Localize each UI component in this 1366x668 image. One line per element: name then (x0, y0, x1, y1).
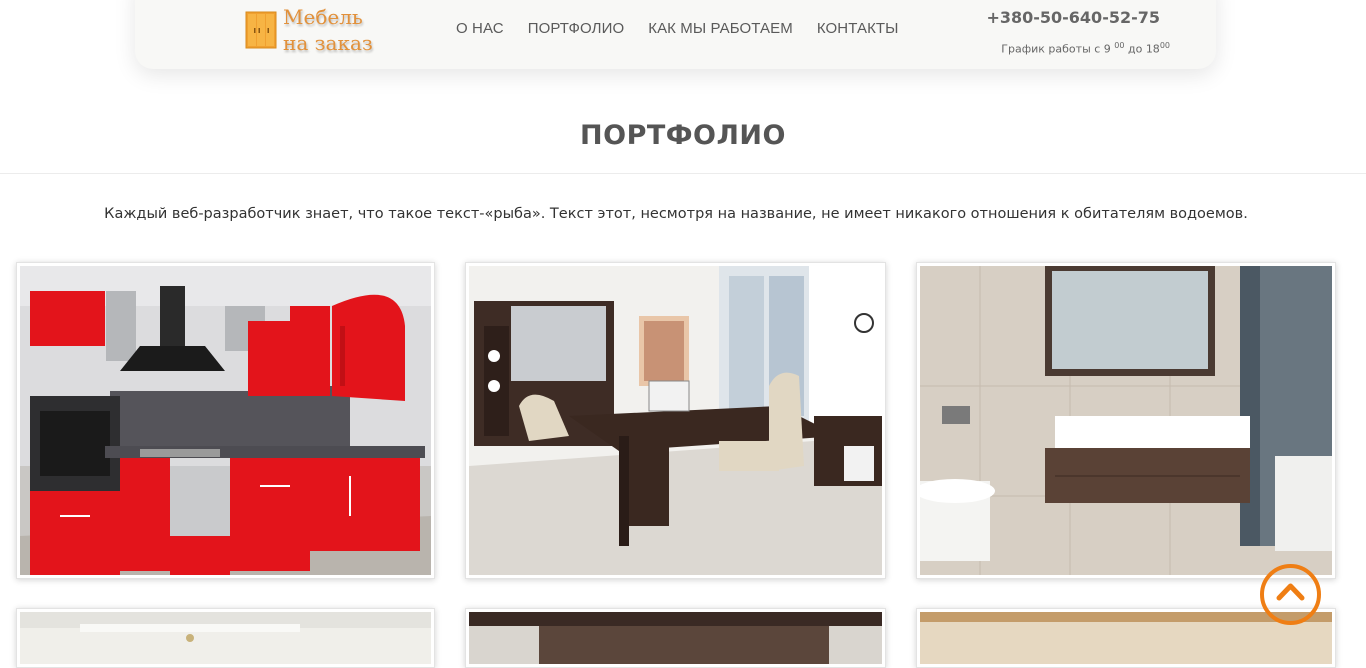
office-image (469, 266, 882, 575)
logo-line1: Мебель (283, 5, 363, 29)
portfolio-item-cabinet[interactable] (465, 608, 886, 668)
chevron-up-icon (1276, 583, 1305, 601)
nav-link-how-we-work[interactable]: КАК МЫ РАБОТАЕМ (648, 20, 793, 37)
portfolio-item-office[interactable] (465, 262, 886, 579)
divider (0, 173, 1366, 174)
portfolio-item-kitchen[interactable] (16, 262, 435, 579)
interior-image (920, 612, 1332, 664)
bathroom-image (920, 266, 1332, 575)
portfolio-item-ceiling[interactable] (16, 608, 435, 668)
portfolio-item-bathroom[interactable] (916, 262, 1336, 579)
phone-number[interactable]: +380-50-640-52-75 (986, 8, 1160, 27)
section-title: ПОРТФОЛИО (580, 120, 786, 151)
kitchen-image (20, 266, 431, 575)
section-intro: Каждый веб-разработчик знает, что такое … (104, 206, 1248, 222)
wardrobe-icon (245, 11, 277, 49)
logo[interactable]: Мебель на заказ (245, 4, 373, 56)
scroll-to-top-button[interactable] (1260, 564, 1321, 625)
logo-line2: на заказ (283, 31, 373, 55)
nav-link-contacts[interactable]: КОНТАКТЫ (817, 20, 899, 37)
nav-link-portfolio[interactable]: ПОРТФОЛИО (528, 20, 625, 37)
room-image (20, 612, 431, 664)
working-hours: График работы с 9 00 до 1800 (1001, 41, 1170, 56)
main-nav: О НАС ПОРТФОЛИО КАК МЫ РАБОТАЕМ КОНТАКТЫ (456, 20, 899, 37)
site-header: Мебель на заказ О НАС ПОРТФОЛИО КАК МЫ Р… (135, 0, 1216, 69)
nav-link-about[interactable]: О НАС (456, 20, 504, 37)
cabinet-image (469, 612, 882, 664)
